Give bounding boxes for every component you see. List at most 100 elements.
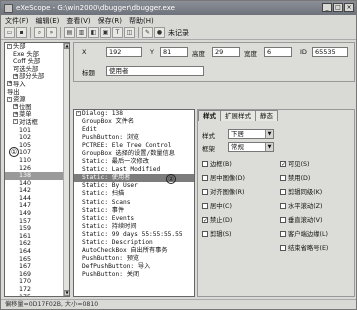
tree-item[interactable]: +导入: [5, 81, 69, 89]
tab-ext-style[interactable]: 扩展样式: [220, 110, 256, 121]
scroll-down-icon[interactable]: ▼: [64, 290, 69, 296]
tree-item[interactable]: 142: [5, 187, 69, 195]
tree-item[interactable]: 140: [5, 180, 69, 188]
tree-item[interactable]: - 头部: [5, 43, 69, 51]
dialog-control-item[interactable]: DefPushButton: 导入: [74, 263, 194, 271]
find-icon[interactable]: ⌕: [34, 27, 45, 38]
checkbox-icon[interactable]: [202, 231, 208, 237]
expand-icon[interactable]: +: [7, 81, 12, 87]
dialog-control-tree[interactable]: - Dialog: 138 GroupBox 文件名 Edit PushButton: …: [73, 109, 195, 297]
menu-save[interactable]: 保存(R): [98, 16, 122, 26]
edit-icon[interactable]: ✎: [142, 27, 153, 38]
expand-icon[interactable]: +: [13, 73, 18, 79]
menu-file[interactable]: 文件(F): [5, 16, 29, 26]
dialog-control-item[interactable]: Static: 持续时间: [74, 223, 194, 231]
menu-view[interactable]: 查看(V): [66, 16, 90, 26]
tree-scrollbar[interactable]: ▲ ▼: [63, 43, 69, 296]
tree-item[interactable]: 101: [5, 127, 69, 135]
record-icon[interactable]: ●: [154, 27, 165, 38]
style-checkbox[interactable]: 边框(B): [202, 160, 232, 169]
dialog-control-item[interactable]: Static: Description: [74, 239, 194, 247]
tree-item[interactable]: 172: [5, 286, 69, 294]
style-checkbox[interactable]: 剪辑(S): [202, 230, 232, 239]
expand-icon[interactable]: +: [13, 111, 18, 117]
tree-item[interactable]: 144: [5, 195, 69, 203]
tree-item[interactable]: 167: [5, 263, 69, 271]
frame-select[interactable]: 常规 ▼: [228, 142, 274, 152]
scroll-up-icon[interactable]: ▲: [64, 43, 69, 49]
tree-item[interactable]: 147: [5, 202, 69, 210]
tree-item[interactable]: 161: [5, 233, 69, 241]
minimize-button[interactable]: _: [322, 3, 332, 12]
collapse-icon[interactable]: -: [76, 110, 81, 116]
image-icon[interactable]: ◧: [88, 27, 99, 38]
style-checkbox[interactable]: 居中(C): [202, 202, 232, 211]
checkbox-icon[interactable]: [202, 175, 208, 181]
tree-item[interactable]: 175: [5, 294, 69, 296]
chevron-down-icon[interactable]: ▼: [265, 130, 273, 138]
tree-item[interactable]: 159: [5, 225, 69, 233]
style-checkbox[interactable]: ✓ 可见(S): [280, 160, 310, 169]
dialog-control-item[interactable]: Static: 使用者: [74, 174, 194, 183]
y-field[interactable]: 81: [160, 47, 188, 57]
tree-item[interactable]: 165: [5, 256, 69, 264]
resource-tree[interactable]: - 头部 Exe 头部 Coff 头部 可选头部 +部分头部 +导入 导出 - 资源 +位图 +菜单 -…: [4, 42, 70, 297]
tree-item[interactable]: 157: [5, 218, 69, 226]
dialog-control-item[interactable]: PushButton: 浏览: [74, 134, 194, 142]
id-field[interactable]: 65535: [312, 47, 348, 57]
import-icon[interactable]: ▤: [64, 27, 75, 38]
find-next-icon[interactable]: »: [46, 27, 57, 38]
style-checkbox[interactable]: 剪辑同级(K): [280, 188, 322, 197]
save-icon[interactable]: ▪: [16, 27, 27, 38]
dialog-control-item[interactable]: GroupBox 文件名: [74, 118, 194, 126]
height-field[interactable]: 29: [212, 47, 240, 57]
dialog-control-item[interactable]: Static: 最后一次修改: [74, 158, 194, 166]
tab-static[interactable]: 静态: [255, 110, 278, 121]
binary-icon[interactable]: ◫: [124, 27, 135, 38]
tree-item[interactable]: 164: [5, 248, 69, 256]
style-checkbox[interactable]: 禁用(D): [280, 174, 310, 183]
dialog-control-item[interactable]: Static: Events: [74, 215, 194, 223]
open-icon[interactable]: ▭: [4, 27, 15, 38]
checkbox-icon[interactable]: [202, 203, 208, 209]
tree-item[interactable]: 149: [5, 210, 69, 218]
style-checkbox[interactable]: 居中图像(D): [202, 174, 245, 183]
checkbox-icon[interactable]: [280, 231, 286, 237]
tree-item[interactable]: 169: [5, 271, 69, 279]
dialog-control-item[interactable]: Edit: [74, 126, 194, 134]
dialog-icon[interactable]: ▣: [100, 27, 111, 38]
text-icon[interactable]: T: [112, 27, 123, 38]
dialog-control-item[interactable]: Static: 扫描: [74, 190, 194, 198]
maximize-button[interactable]: □: [333, 3, 343, 12]
checkbox-icon[interactable]: [280, 217, 286, 223]
checkbox-icon[interactable]: [280, 245, 286, 251]
dialog-control-item[interactable]: PushButton: 关闭: [74, 271, 194, 279]
close-button[interactable]: ×: [344, 3, 354, 12]
style-checkbox[interactable]: 结束省略号(E): [280, 244, 328, 253]
collapse-icon[interactable]: -: [7, 96, 12, 102]
checkbox-icon[interactable]: [280, 175, 286, 181]
menu-edit[interactable]: 编辑(E): [36, 16, 60, 26]
collapse-icon[interactable]: -: [7, 43, 12, 49]
menu-help[interactable]: 帮助(H): [129, 16, 154, 26]
style-checkbox[interactable]: 客户端边缘(L): [280, 230, 328, 239]
tree-item[interactable]: - 对话框: [5, 119, 69, 127]
dialog-control-item[interactable]: Static: 99 days 55:55:55.55: [74, 231, 194, 239]
dialog-control-item[interactable]: Static: 事件: [74, 207, 194, 215]
chevron-down-icon[interactable]: ▼: [265, 143, 273, 151]
checkbox-icon[interactable]: [280, 189, 286, 195]
dialog-control-item[interactable]: Static: Scans: [74, 199, 194, 207]
tree-item[interactable]: 170: [5, 278, 69, 286]
tree-item[interactable]: 126: [5, 165, 69, 173]
dialog-control-item[interactable]: PushButton: 预览: [74, 255, 194, 263]
expand-icon[interactable]: +: [13, 104, 18, 110]
tree-item[interactable]: +部分头部: [5, 73, 69, 81]
checkmark-icon[interactable]: ✓: [280, 161, 286, 168]
collapse-icon[interactable]: -: [13, 119, 18, 125]
style-select[interactable]: 下居 ▼: [228, 129, 274, 139]
tree-item[interactable]: 138: [5, 172, 69, 180]
style-checkbox[interactable]: 对齐图像(R): [202, 188, 244, 197]
title-field[interactable]: 使用者: [106, 66, 204, 76]
tree-item[interactable]: 110: [5, 157, 69, 165]
dialog-tree-root[interactable]: - Dialog: 138: [74, 110, 194, 118]
